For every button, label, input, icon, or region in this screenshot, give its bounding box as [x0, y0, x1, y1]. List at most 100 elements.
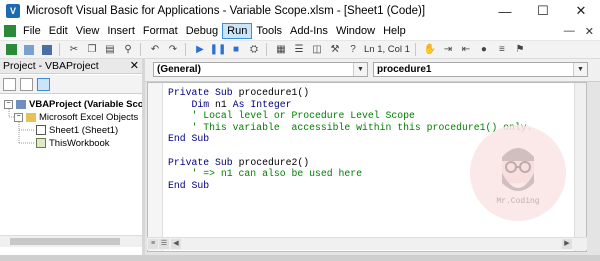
- maximize-button[interactable]: ☐: [524, 0, 562, 22]
- window-controls: — ☐ ✕: [486, 0, 600, 22]
- child-minimize-button[interactable]: —: [564, 25, 575, 37]
- view-object-icon[interactable]: [20, 77, 33, 91]
- toolbar-divider: [185, 43, 186, 56]
- code-line[interactable]: Private Sub procedure1(): [168, 87, 533, 99]
- view-code-icon[interactable]: [3, 77, 16, 91]
- combo-bar: (General) ▼ procedure1 ▼: [145, 59, 600, 82]
- project-horizontal-scrollbar[interactable]: [0, 235, 142, 247]
- scrollbar-thumb[interactable]: [10, 238, 120, 245]
- menu-edit[interactable]: Edit: [45, 23, 72, 39]
- cut-icon[interactable]: ✂: [67, 43, 81, 56]
- outdent-icon[interactable]: ⇤: [459, 43, 473, 56]
- design-mode-icon[interactable]: ⛭: [247, 43, 261, 56]
- child-window-controls: — ✕: [564, 22, 594, 40]
- excel-icon[interactable]: [4, 25, 16, 37]
- menu-view[interactable]: View: [72, 23, 104, 39]
- standard-toolbar: ✂ ❐ ▤ ⚲ ↶ ↷ ▶ ❚❚ ■ ⛭ ▦ ☰ ◫ ⚒ ? Ln 1, Col…: [0, 41, 600, 59]
- menu-add-ins[interactable]: Add-Ins: [286, 23, 332, 39]
- code-vertical-scrollbar[interactable]: [574, 83, 586, 251]
- bearded-face-logo: [502, 148, 534, 191]
- code-keyword: End Sub: [168, 133, 210, 145]
- view-excel-icon[interactable]: [4, 43, 18, 56]
- copy-icon[interactable]: ❐: [85, 43, 99, 56]
- full-module-view-icon[interactable]: ☰: [159, 239, 169, 249]
- object-dropdown-value: (General): [157, 64, 201, 75]
- project-panel-close-button[interactable]: ✕: [130, 59, 139, 74]
- code-keyword: Private Sub: [168, 87, 239, 98]
- procedure-dropdown[interactable]: procedure1 ▼: [373, 62, 588, 77]
- minimize-button[interactable]: —: [486, 0, 524, 22]
- procedure-dropdown-value: procedure1: [377, 64, 432, 75]
- scroll-right-icon[interactable]: ▶: [562, 239, 572, 249]
- code-token: procedure2(): [238, 156, 310, 168]
- child-close-button[interactable]: ✕: [585, 25, 594, 38]
- undo-icon[interactable]: ↶: [148, 43, 162, 56]
- code-comment: ' Local level or Procedure Level Scope: [168, 110, 415, 122]
- help-icon[interactable]: ?: [346, 43, 360, 56]
- toolbox-icon[interactable]: ⚒: [328, 43, 342, 56]
- code-token: procedure1(): [238, 87, 310, 98]
- toolbar-divider: [59, 43, 60, 56]
- insert-module-icon[interactable]: [22, 43, 36, 56]
- toggle-breakpoint-icon[interactable]: ●: [477, 43, 491, 56]
- hand-icon[interactable]: ✋: [423, 43, 437, 56]
- scroll-left-icon[interactable]: ◀: [171, 239, 181, 249]
- menu-debug[interactable]: Debug: [182, 23, 222, 39]
- redo-icon[interactable]: ↷: [166, 43, 180, 56]
- project-explorer-icon[interactable]: ▦: [274, 43, 288, 56]
- find-icon[interactable]: ⚲: [121, 43, 135, 56]
- menu-window[interactable]: Window: [332, 23, 379, 39]
- title-bar: V Microsoft Visual Basic for Application…: [0, 0, 600, 22]
- code-keyword: Private Sub: [168, 156, 239, 168]
- project-panel-title: Project - VBAProject: [3, 60, 99, 72]
- watermark-logo: Mr.Coding: [470, 125, 566, 221]
- vba-app-icon: V: [6, 4, 20, 18]
- run-icon[interactable]: ▶: [193, 43, 207, 56]
- window-title: Microsoft Visual Basic for Applications …: [26, 5, 426, 17]
- toolbar-divider: [266, 43, 267, 56]
- project-tree: − VBAProject (Variable Scope − Microsoft…: [0, 95, 142, 235]
- properties-icon[interactable]: ☰: [292, 43, 306, 56]
- code-keyword: As Integer: [232, 98, 292, 110]
- tree-connector-lines: [8, 109, 35, 144]
- code-horizontal-scrollbar[interactable]: ≡ ☰ ◀ ▶: [147, 237, 587, 250]
- code-keyword: Dim: [168, 98, 216, 110]
- menu-run[interactable]: Run: [222, 23, 253, 39]
- project-panel-header: Project - VBAProject ✕: [0, 59, 142, 74]
- object-browser-icon[interactable]: ◫: [310, 43, 324, 56]
- bottom-strip: [0, 255, 600, 261]
- break-icon[interactable]: ❚❚: [210, 43, 227, 56]
- comment-block-icon[interactable]: ≡: [495, 43, 509, 56]
- bookmark-icon[interactable]: ⚑: [513, 43, 527, 56]
- code-line[interactable]: ' This variable accessible within this p…: [168, 122, 533, 134]
- menu-bar: File Edit View Insert Format Debug Run T…: [0, 22, 600, 41]
- menu-format[interactable]: Format: [139, 23, 182, 39]
- code-token: n1: [215, 98, 233, 110]
- code-line[interactable]: Dim n1 As Integer: [168, 99, 533, 111]
- indent-icon[interactable]: ⇥: [441, 43, 455, 56]
- menu-tools[interactable]: Tools: [252, 23, 286, 39]
- code-comment: ' This variable accessible within this p…: [168, 121, 533, 133]
- object-dropdown[interactable]: (General) ▼: [153, 62, 368, 77]
- menu-insert[interactable]: Insert: [103, 23, 139, 39]
- paste-icon[interactable]: ▤: [103, 43, 117, 56]
- chevron-down-icon[interactable]: ▼: [573, 63, 587, 76]
- code-line[interactable]: End Sub: [168, 133, 533, 145]
- menu-help[interactable]: Help: [379, 23, 410, 39]
- save-icon[interactable]: [40, 43, 54, 56]
- project-panel-toolbar: [0, 75, 142, 94]
- toolbar-divider: [140, 43, 141, 56]
- menu-file[interactable]: File: [19, 23, 45, 39]
- watermark-text: Mr.Coding: [496, 197, 540, 206]
- procedure-view-icon[interactable]: ≡: [148, 239, 158, 249]
- breakpoint-margin[interactable]: [148, 83, 163, 251]
- chevron-down-icon[interactable]: ▼: [353, 63, 367, 76]
- cursor-position: Ln 1, Col 1: [364, 44, 410, 55]
- code-comment: ' => n1 can also be used here: [168, 168, 363, 180]
- reset-icon[interactable]: ■: [229, 43, 243, 56]
- toggle-folders-icon[interactable]: [37, 77, 50, 91]
- code-keyword: End Sub: [168, 179, 210, 191]
- code-line[interactable]: ' Local level or Procedure Level Scope: [168, 110, 533, 122]
- toolbar-divider: [414, 43, 416, 56]
- close-button[interactable]: ✕: [562, 0, 600, 22]
